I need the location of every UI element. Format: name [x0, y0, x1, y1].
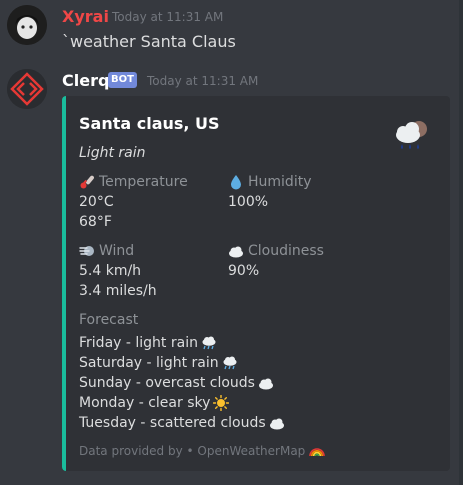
field-name-wind: Wind [99, 243, 135, 259]
rain-cloud-icon [223, 356, 237, 370]
temperature-fahrenheit: 68°F [79, 214, 112, 230]
scrollbar[interactable] [459, 0, 463, 485]
rain-cloud-icon[interactable] [390, 116, 430, 156]
code-brackets-icon [7, 69, 47, 109]
field-name-humidity: Humidity [248, 174, 312, 190]
embed-footer: Data provided by • OpenWeatherMap [79, 443, 326, 459]
cloud-icon [258, 378, 273, 390]
username-clerq[interactable]: Clerq [62, 71, 109, 90]
field-temperature: Temperature 20°C 68°F [79, 172, 188, 232]
message-content: `weather Santa Claus [62, 32, 236, 51]
message-timestamp: Today at 11:31 AM [112, 10, 224, 24]
embed-description: Light rain [79, 145, 146, 161]
footer-text: Data provided by • OpenWeatherMap [79, 444, 306, 458]
field-name-temperature: Temperature [99, 174, 188, 190]
field-cloudiness: Cloudiness 90% [228, 241, 324, 281]
weather-embed: Santa claus, US Light rain Temperature 2… [62, 96, 450, 471]
forecast-item: Friday - light rain [79, 333, 217, 353]
forecast-text: Sunday - overcast clouds [79, 375, 255, 391]
cloudiness-value: 90% [228, 263, 260, 279]
forecast-text: Saturday - light rain [79, 355, 219, 371]
field-name-cloudiness: Cloudiness [248, 243, 324, 259]
embed-title: Santa claus, US [79, 114, 220, 133]
rainbow-icon [309, 448, 326, 457]
message-timestamp: Today at 11:31 AM [147, 74, 259, 88]
forecast-item: Tuesday - scattered clouds [79, 413, 285, 433]
user-avatar[interactable] [7, 5, 47, 45]
sun-icon [213, 395, 230, 411]
forecast-text: Tuesday - scattered clouds [79, 415, 266, 431]
wind-kmh: 5.4 km/h [79, 263, 142, 279]
droplet-icon [231, 175, 241, 190]
field-humidity: Humidity 100% [228, 172, 311, 212]
wind-icon [79, 246, 94, 256]
user-avatar-image [7, 5, 47, 45]
bot-avatar[interactable] [7, 69, 47, 109]
forecast-label: Forecast [79, 312, 139, 328]
forecast-item: Saturday - light rain [79, 353, 238, 373]
wind-mph: 3.4 miles/h [79, 283, 157, 299]
thermometer-icon [80, 175, 94, 189]
forecast-item: Monday - clear sky [79, 393, 230, 413]
humidity-value: 100% [228, 194, 269, 210]
cloud-icon [269, 418, 284, 430]
rain-cloud-icon [202, 336, 216, 350]
cloud-icon [229, 246, 243, 258]
embed-accent-bar [62, 96, 66, 471]
username-xyrai[interactable]: Xyrai [62, 7, 109, 26]
temperature-celsius: 20°C [79, 194, 114, 210]
field-wind: Wind 5.4 km/h 3.4 miles/h [79, 241, 157, 301]
forecast-item: Sunday - overcast clouds [79, 373, 274, 393]
forecast-text: Monday - clear sky [79, 395, 211, 411]
forecast-text: Friday - light rain [79, 335, 198, 351]
bot-badge: BOT [108, 72, 137, 88]
